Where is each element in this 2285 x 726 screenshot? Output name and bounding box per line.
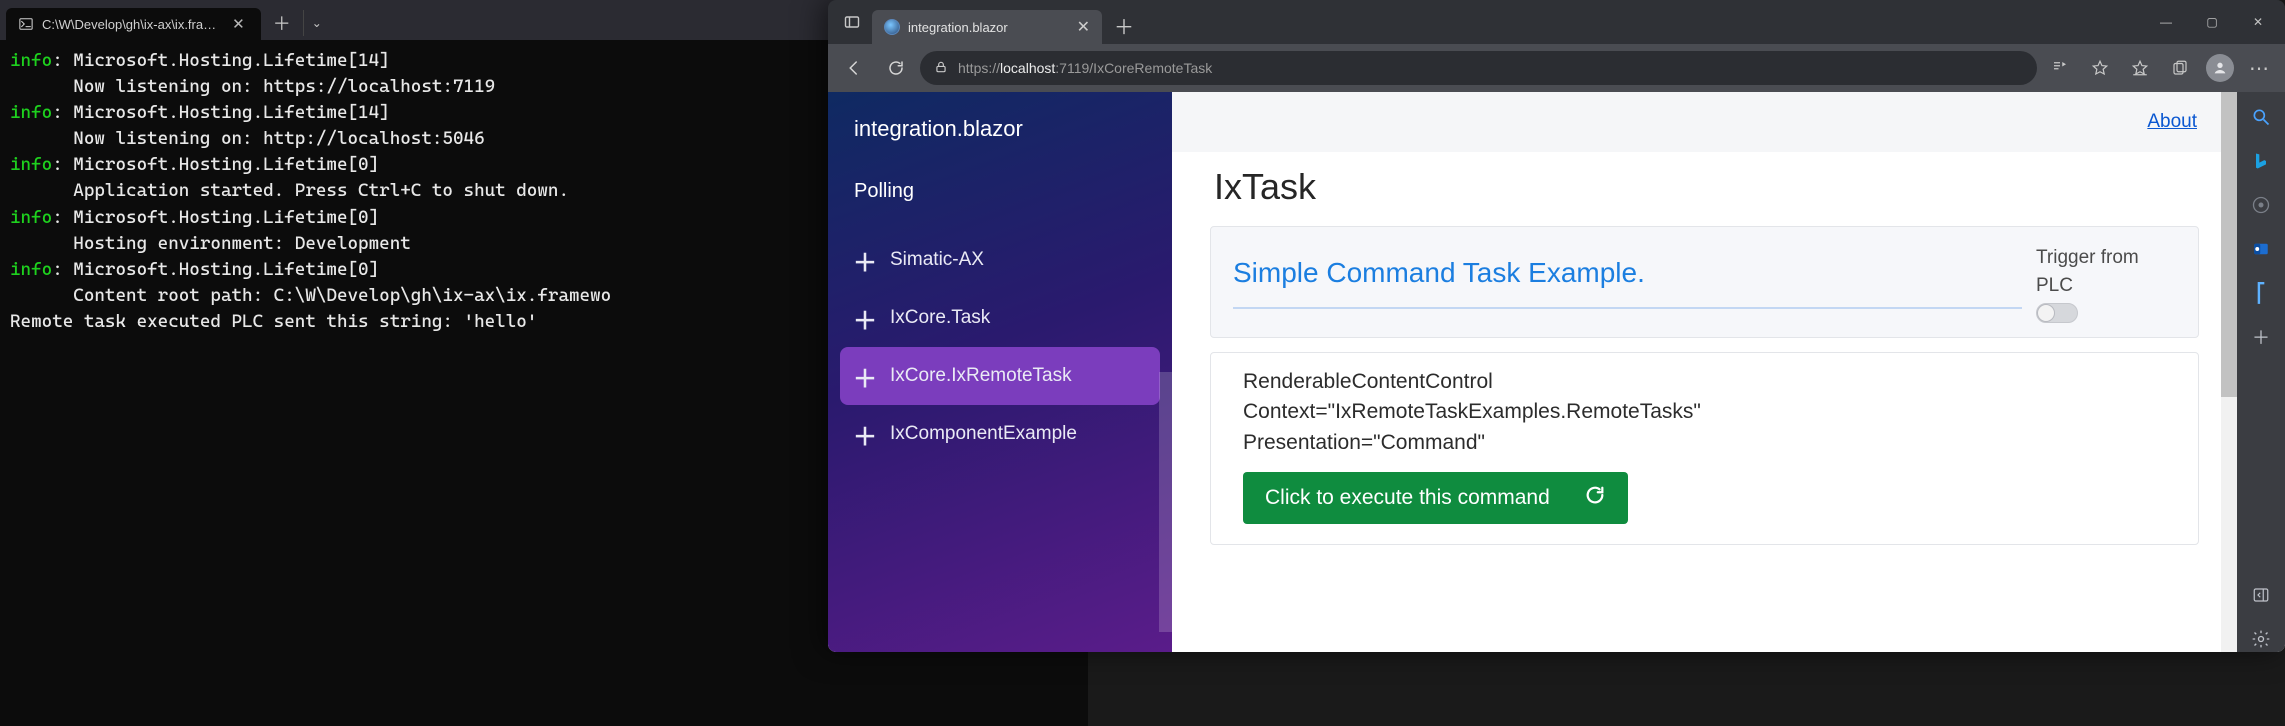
app-brand: integration.blazor bbox=[828, 92, 1172, 162]
trigger-toggle[interactable] bbox=[2036, 303, 2078, 323]
lock-icon bbox=[934, 60, 948, 77]
terminal-dropdown-button[interactable]: ⌄ bbox=[303, 10, 330, 36]
plus-icon: ＋ bbox=[854, 307, 876, 329]
tab-actions-icon[interactable] bbox=[838, 8, 866, 36]
browser-tab[interactable]: integration.blazor ✕ bbox=[872, 10, 1102, 44]
plus-icon: ＋ bbox=[854, 423, 876, 445]
box-line: RenderableContentControl bbox=[1243, 367, 2166, 397]
close-icon[interactable]: ✕ bbox=[1077, 17, 1090, 37]
page-title: IxTask bbox=[1172, 152, 2237, 218]
sidebar-nav: ＋ Simatic-AX ＋ IxCore.Task ＋ IxCore.IxRe… bbox=[828, 225, 1172, 469]
box-line: Presentation="Command" bbox=[1243, 428, 2166, 458]
renderable-content-box: RenderableContentControl Context="IxRemo… bbox=[1210, 352, 2199, 545]
page-main: About IxTask Simple Command Task Example… bbox=[1172, 92, 2237, 652]
sidebar-item-ixcore-ixremotetask[interactable]: ＋ IxCore.IxRemoteTask bbox=[840, 347, 1160, 405]
page-root: integration.blazor Polling ＋ Simatic-AX … bbox=[828, 92, 2237, 652]
browser-tab-title: integration.blazor bbox=[908, 20, 1008, 35]
collapse-panel-icon[interactable] bbox=[2248, 582, 2274, 608]
retry-icon bbox=[1584, 484, 1606, 512]
collections-icon[interactable] bbox=[2163, 51, 2197, 85]
sidebar-item-label: Simatic-AX bbox=[890, 249, 984, 271]
cmd-icon bbox=[18, 16, 34, 32]
sidebar-item-simatic-ax[interactable]: ＋ Simatic-AX bbox=[840, 231, 1160, 289]
browser-viewport: integration.blazor Polling ＋ Simatic-AX … bbox=[828, 92, 2285, 652]
window-maximize-button[interactable]: ▢ bbox=[2189, 0, 2235, 44]
trigger-from-plc: Trigger from PLC bbox=[2036, 243, 2176, 323]
task-card-title: Simple Command Task Example. bbox=[1233, 257, 2022, 309]
log-level: info bbox=[10, 259, 52, 280]
edge-tools-icon[interactable]: ⎡ bbox=[2248, 280, 2274, 306]
favorites-bar-icon[interactable] bbox=[2123, 51, 2157, 85]
scroll-corner bbox=[2221, 636, 2237, 652]
sidebar-item-label: IxCore.Task bbox=[890, 307, 990, 329]
page-vertical-scrollbar[interactable] bbox=[2221, 92, 2237, 636]
browser-toolbar: https://localhost:7119/IxCoreRemoteTask … bbox=[828, 44, 2285, 92]
add-panel-button[interactable]: ＋ bbox=[2248, 324, 2274, 350]
close-icon[interactable]: ✕ bbox=[228, 15, 249, 33]
toggle-knob-icon bbox=[2037, 304, 2055, 322]
outlook-icon[interactable] bbox=[2248, 236, 2274, 262]
plus-icon: ＋ bbox=[854, 365, 876, 387]
favorite-icon[interactable] bbox=[2083, 51, 2117, 85]
sidebar-item-ixcore-task[interactable]: ＋ IxCore.Task bbox=[840, 289, 1160, 347]
avatar-icon bbox=[2206, 54, 2234, 82]
refresh-button[interactable] bbox=[878, 50, 914, 86]
browser-new-tab-button[interactable]: ＋ bbox=[1102, 7, 1146, 44]
execute-command-label: Click to execute this command bbox=[1265, 486, 1550, 510]
more-menu-button[interactable]: ⋯ bbox=[2243, 51, 2277, 85]
terminal-tab-title: C:\W\Develop\gh\ix-ax\ix.fra… bbox=[42, 17, 216, 32]
site-favicon-icon bbox=[884, 19, 900, 35]
address-bar[interactable]: https://localhost:7119/IxCoreRemoteTask bbox=[920, 51, 2037, 85]
discover-icon[interactable] bbox=[2248, 192, 2274, 218]
back-button[interactable] bbox=[836, 50, 872, 86]
box-line: Context="IxRemoteTaskExamples.RemoteTask… bbox=[1243, 397, 2166, 427]
polling-label[interactable]: Polling bbox=[828, 162, 1172, 225]
sidebar-item-label: IxCore.IxRemoteTask bbox=[890, 365, 1072, 387]
task-card: Simple Command Task Example. Trigger fro… bbox=[1210, 226, 2199, 338]
edge-sidebar: ⎡ ＋ bbox=[2237, 92, 2285, 652]
sidebar-item-label: IxComponentExample bbox=[890, 423, 1077, 445]
about-link[interactable]: About bbox=[2147, 111, 2197, 133]
window-close-button[interactable]: ✕ bbox=[2235, 0, 2281, 44]
settings-icon[interactable] bbox=[2248, 626, 2274, 652]
log-level: info bbox=[10, 102, 52, 123]
terminal-tab[interactable]: C:\W\Develop\gh\ix-ax\ix.fra… ✕ bbox=[6, 8, 261, 40]
sidebar-item-ixcomponentexample[interactable]: ＋ IxComponentExample bbox=[840, 405, 1160, 463]
reader-mode-icon[interactable] bbox=[2043, 51, 2077, 85]
execute-command-button[interactable]: Click to execute this command bbox=[1243, 472, 1628, 524]
browser-window: integration.blazor ✕ ＋ — ▢ ✕ https://loc… bbox=[828, 0, 2285, 652]
log-level: info bbox=[10, 50, 52, 71]
sidebar-scrollbar[interactable] bbox=[1159, 372, 1172, 632]
bing-chat-icon[interactable] bbox=[2248, 148, 2274, 174]
search-icon[interactable] bbox=[2248, 104, 2274, 130]
profile-button[interactable] bbox=[2203, 51, 2237, 85]
plus-icon: ＋ bbox=[854, 249, 876, 271]
browser-titlebar: integration.blazor ✕ ＋ — ▢ ✕ bbox=[828, 0, 2285, 44]
terminal-new-tab-button[interactable]: ＋ bbox=[261, 4, 303, 42]
url-text: https://localhost:7119/IxCoreRemoteTask bbox=[958, 60, 2023, 76]
scroll-thumb[interactable] bbox=[2221, 92, 2237, 397]
window-minimize-button[interactable]: — bbox=[2143, 0, 2189, 44]
log-level: info bbox=[10, 154, 52, 175]
page-topbar: About bbox=[1172, 92, 2237, 152]
window-controls: — ▢ ✕ bbox=[2143, 0, 2281, 44]
app-sidebar: integration.blazor Polling ＋ Simatic-AX … bbox=[828, 92, 1172, 652]
log-level: info bbox=[10, 207, 52, 228]
